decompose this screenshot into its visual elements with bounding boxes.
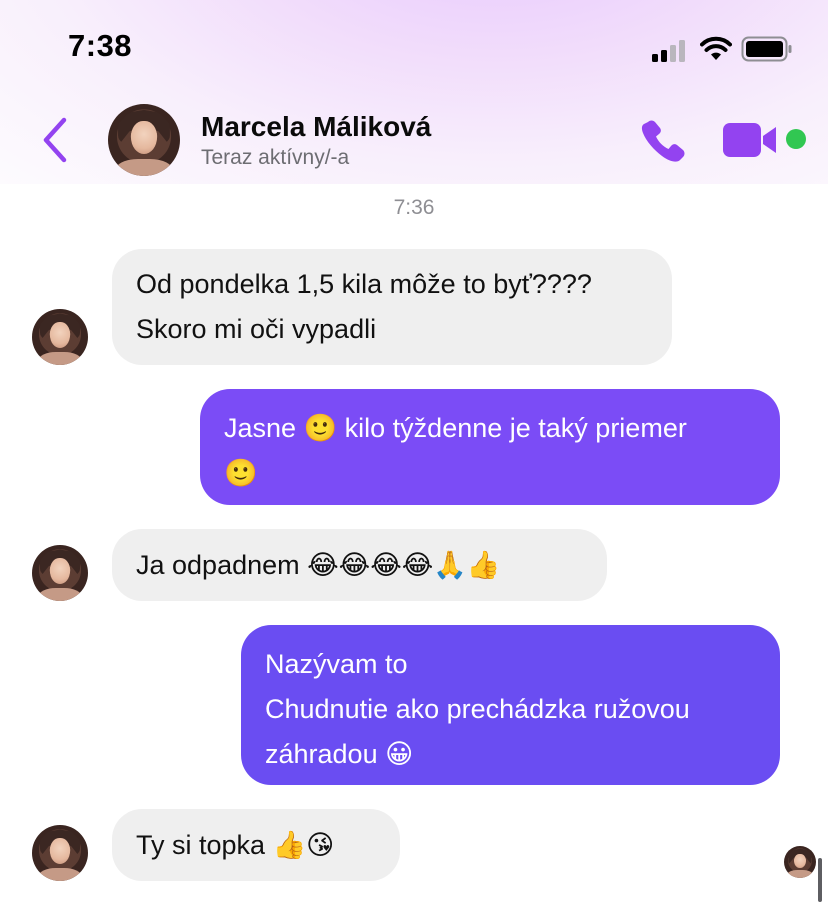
message-line: 🙂 (224, 458, 258, 488)
contact-status: Teraz aktívny/-a (201, 146, 350, 169)
message-line: záhradou 😀 (265, 739, 414, 769)
message-line: Jasne 🙂 kilo týždenne je taký priemer (224, 413, 687, 443)
scrollbar[interactable] (818, 858, 822, 902)
back-chevron-icon[interactable] (38, 116, 72, 164)
message-bubble-outgoing[interactable]: Jasne 🙂 kilo týždenne je taký priemer 🙂 (200, 389, 780, 505)
message-bubble-incoming[interactable]: Ty si topka 👍😘 (112, 809, 400, 881)
online-status-dot (786, 129, 806, 149)
sender-avatar[interactable] (32, 309, 88, 365)
message-line: Skoro mi oči vypadli (136, 314, 377, 344)
video-camera-icon[interactable] (722, 121, 778, 159)
message-line: Ja odpadnem 😂😂😂😂🙏👍 (136, 550, 501, 580)
message-line: Ty si topka 👍😘 (136, 830, 335, 860)
sender-avatar[interactable] (32, 545, 88, 601)
contact-name[interactable]: Marcela Máliková (201, 111, 431, 143)
message-bubble-incoming[interactable]: Ja odpadnem 😂😂😂😂🙏👍 (112, 529, 607, 601)
seen-receipt-avatar (784, 846, 816, 878)
message-bubble-incoming[interactable]: Od pondelka 1,5 kila môže to byť???? Sko… (112, 249, 672, 365)
battery-icon (741, 36, 792, 62)
message-line: Nazývam to (265, 649, 408, 679)
message-timestamp: 7:36 (393, 196, 435, 219)
sender-avatar[interactable] (32, 825, 88, 881)
message-line: Od pondelka 1,5 kila môže to byť???? (136, 269, 592, 299)
message-line: Chudnutie ako prechádzka ružovou (265, 694, 690, 724)
cellular-signal-icon (652, 40, 690, 62)
phone-call-icon[interactable] (640, 118, 688, 164)
message-bubble-outgoing[interactable]: Nazývam to Chudnutie ako prechádzka ružo… (241, 625, 780, 785)
contact-avatar[interactable] (108, 104, 180, 176)
status-bar-time: 7:38 (68, 28, 133, 63)
wifi-icon (700, 36, 732, 60)
